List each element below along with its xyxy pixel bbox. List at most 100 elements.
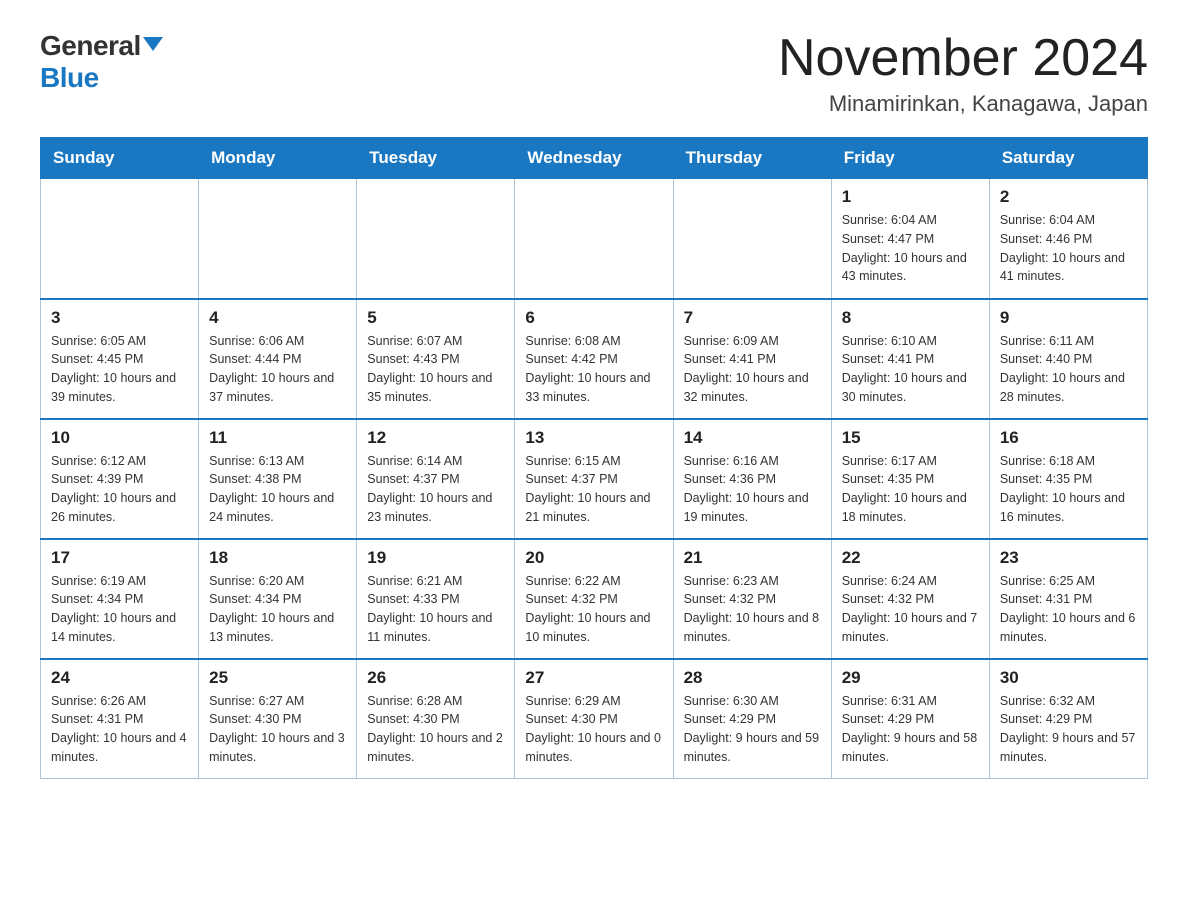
day-number: 25 — [209, 668, 346, 688]
day-info: Sunrise: 6:08 AMSunset: 4:42 PMDaylight:… — [525, 332, 662, 407]
day-info: Sunrise: 6:10 AMSunset: 4:41 PMDaylight:… — [842, 332, 979, 407]
day-number: 27 — [525, 668, 662, 688]
week-row-1: 1 Sunrise: 6:04 AMSunset: 4:47 PMDaylight… — [41, 179, 1148, 299]
day-info: Sunrise: 6:18 AMSunset: 4:35 PMDaylight:… — [1000, 452, 1137, 527]
day-number: 21 — [684, 548, 821, 568]
day-number: 22 — [842, 548, 979, 568]
day-info: Sunrise: 6:22 AMSunset: 4:32 PMDaylight:… — [525, 572, 662, 647]
day-number: 14 — [684, 428, 821, 448]
calendar-cell: 29 Sunrise: 6:31 AMSunset: 4:29 PMDayligh… — [831, 659, 989, 779]
day-number: 19 — [367, 548, 504, 568]
calendar-cell — [515, 179, 673, 299]
weekday-header-monday: Monday — [199, 138, 357, 179]
logo-triangle-icon — [143, 37, 163, 51]
calendar-cell: 17 Sunrise: 6:19 AMSunset: 4:34 PMDayligh… — [41, 539, 199, 659]
weekday-header-saturday: Saturday — [989, 138, 1147, 179]
calendar-cell: 10 Sunrise: 6:12 AMSunset: 4:39 PMDayligh… — [41, 419, 199, 539]
calendar-cell — [41, 179, 199, 299]
day-number: 15 — [842, 428, 979, 448]
calendar-cell — [199, 179, 357, 299]
day-number: 29 — [842, 668, 979, 688]
week-row-4: 17 Sunrise: 6:19 AMSunset: 4:34 PMDayligh… — [41, 539, 1148, 659]
day-number: 18 — [209, 548, 346, 568]
day-number: 23 — [1000, 548, 1137, 568]
logo-blue-text: Blue — [40, 62, 99, 93]
day-number: 30 — [1000, 668, 1137, 688]
calendar-cell: 19Sunrise: 6:21 AMSunset: 4:33 PMDayligh… — [357, 539, 515, 659]
day-info: Sunrise: 6:15 AMSunset: 4:37 PMDaylight:… — [525, 452, 662, 527]
calendar-cell: 8 Sunrise: 6:10 AMSunset: 4:41 PMDaylight… — [831, 299, 989, 419]
calendar-cell: 23 Sunrise: 6:25 AMSunset: 4:31 PMDayligh… — [989, 539, 1147, 659]
week-row-3: 10 Sunrise: 6:12 AMSunset: 4:39 PMDayligh… — [41, 419, 1148, 539]
day-info: Sunrise: 6:09 AMSunset: 4:41 PMDaylight:… — [684, 332, 821, 407]
calendar-cell: 11Sunrise: 6:13 AMSunset: 4:38 PMDayligh… — [199, 419, 357, 539]
logo: General Blue — [40, 30, 163, 94]
day-number: 4 — [209, 308, 346, 328]
day-info: Sunrise: 6:31 AMSunset: 4:29 PMDaylight:… — [842, 692, 979, 767]
day-number: 26 — [367, 668, 504, 688]
day-info: Sunrise: 6:17 AMSunset: 4:35 PMDaylight:… — [842, 452, 979, 527]
day-info: Sunrise: 6:11 AMSunset: 4:40 PMDaylight:… — [1000, 332, 1137, 407]
day-info: Sunrise: 6:27 AMSunset: 4:30 PMDaylight:… — [209, 692, 346, 767]
calendar-cell: 16 Sunrise: 6:18 AMSunset: 4:35 PMDayligh… — [989, 419, 1147, 539]
day-number: 1 — [842, 187, 979, 207]
day-info: Sunrise: 6:14 AMSunset: 4:37 PMDaylight:… — [367, 452, 504, 527]
calendar-cell: 24 Sunrise: 6:26 AMSunset: 4:31 PMDayligh… — [41, 659, 199, 779]
day-info: Sunrise: 6:16 AMSunset: 4:36 PMDaylight:… — [684, 452, 821, 527]
week-row-2: 3Sunrise: 6:05 AMSunset: 4:45 PMDaylight… — [41, 299, 1148, 419]
day-number: 3 — [51, 308, 188, 328]
weekday-header-friday: Friday — [831, 138, 989, 179]
day-number: 7 — [684, 308, 821, 328]
day-info: Sunrise: 6:30 AMSunset: 4:29 PMDaylight:… — [684, 692, 821, 767]
day-info: Sunrise: 6:28 AMSunset: 4:30 PMDaylight:… — [367, 692, 504, 767]
title-section: November 2024 Minamirinkan, Kanagawa, Ja… — [778, 30, 1148, 117]
calendar-cell: 4Sunrise: 6:06 AMSunset: 4:44 PMDaylight… — [199, 299, 357, 419]
calendar-cell: 30 Sunrise: 6:32 AMSunset: 4:29 PMDayligh… — [989, 659, 1147, 779]
calendar-cell: 27 Sunrise: 6:29 AMSunset: 4:30 PMDayligh… — [515, 659, 673, 779]
logo-general-text: General — [40, 30, 141, 62]
day-info: Sunrise: 6:19 AMSunset: 4:34 PMDaylight:… — [51, 572, 188, 647]
calendar-cell: 3Sunrise: 6:05 AMSunset: 4:45 PMDaylight… — [41, 299, 199, 419]
weekday-header-thursday: Thursday — [673, 138, 831, 179]
calendar-cell: 9Sunrise: 6:11 AMSunset: 4:40 PMDaylight… — [989, 299, 1147, 419]
weekday-header-wednesday: Wednesday — [515, 138, 673, 179]
weekday-header-sunday: Sunday — [41, 138, 199, 179]
day-info: Sunrise: 6:26 AMSunset: 4:31 PMDaylight:… — [51, 692, 188, 767]
calendar-cell: 28 Sunrise: 6:30 AMSunset: 4:29 PMDayligh… — [673, 659, 831, 779]
day-info: Sunrise: 6:04 AMSunset: 4:47 PMDaylight:… — [842, 211, 979, 286]
calendar-cell — [357, 179, 515, 299]
week-row-5: 24 Sunrise: 6:26 AMSunset: 4:31 PMDayligh… — [41, 659, 1148, 779]
weekday-header-row: SundayMondayTuesdayWednesdayThursdayFrid… — [41, 138, 1148, 179]
calendar-cell: 21 Sunrise: 6:23 AMSunset: 4:32 PMDayligh… — [673, 539, 831, 659]
calendar-cell: 13Sunrise: 6:15 AMSunset: 4:37 PMDayligh… — [515, 419, 673, 539]
day-info: Sunrise: 6:12 AMSunset: 4:39 PMDaylight:… — [51, 452, 188, 527]
day-info: Sunrise: 6:25 AMSunset: 4:31 PMDaylight:… — [1000, 572, 1137, 647]
day-number: 20 — [525, 548, 662, 568]
day-number: 12 — [367, 428, 504, 448]
day-info: Sunrise: 6:23 AMSunset: 4:32 PMDaylight:… — [684, 572, 821, 647]
calendar-cell: 1 Sunrise: 6:04 AMSunset: 4:47 PMDaylight… — [831, 179, 989, 299]
day-info: Sunrise: 6:04 AMSunset: 4:46 PMDaylight:… — [1000, 211, 1137, 286]
day-number: 24 — [51, 668, 188, 688]
day-info: Sunrise: 6:20 AMSunset: 4:34 PMDaylight:… — [209, 572, 346, 647]
day-number: 28 — [684, 668, 821, 688]
calendar-cell: 15 Sunrise: 6:17 AMSunset: 4:35 PMDayligh… — [831, 419, 989, 539]
calendar-table: SundayMondayTuesdayWednesdayThursdayFrid… — [40, 137, 1148, 779]
day-info: Sunrise: 6:24 AMSunset: 4:32 PMDaylight:… — [842, 572, 979, 647]
day-info: Sunrise: 6:13 AMSunset: 4:38 PMDaylight:… — [209, 452, 346, 527]
day-number: 10 — [51, 428, 188, 448]
calendar-cell: 18 Sunrise: 6:20 AMSunset: 4:34 PMDayligh… — [199, 539, 357, 659]
day-number: 5 — [367, 308, 504, 328]
day-number: 17 — [51, 548, 188, 568]
calendar-cell: 20 Sunrise: 6:22 AMSunset: 4:32 PMDayligh… — [515, 539, 673, 659]
calendar-cell: 6Sunrise: 6:08 AMSunset: 4:42 PMDaylight… — [515, 299, 673, 419]
calendar-cell: 2Sunrise: 6:04 AMSunset: 4:46 PMDaylight… — [989, 179, 1147, 299]
calendar-cell: 7 Sunrise: 6:09 AMSunset: 4:41 PMDaylight… — [673, 299, 831, 419]
day-number: 16 — [1000, 428, 1137, 448]
calendar-cell: 26 Sunrise: 6:28 AMSunset: 4:30 PMDayligh… — [357, 659, 515, 779]
day-info: Sunrise: 6:32 AMSunset: 4:29 PMDaylight:… — [1000, 692, 1137, 767]
day-info: Sunrise: 6:29 AMSunset: 4:30 PMDaylight:… — [525, 692, 662, 767]
page-header: General Blue November 2024 Minamirinkan,… — [40, 30, 1148, 117]
day-number: 8 — [842, 308, 979, 328]
weekday-header-tuesday: Tuesday — [357, 138, 515, 179]
